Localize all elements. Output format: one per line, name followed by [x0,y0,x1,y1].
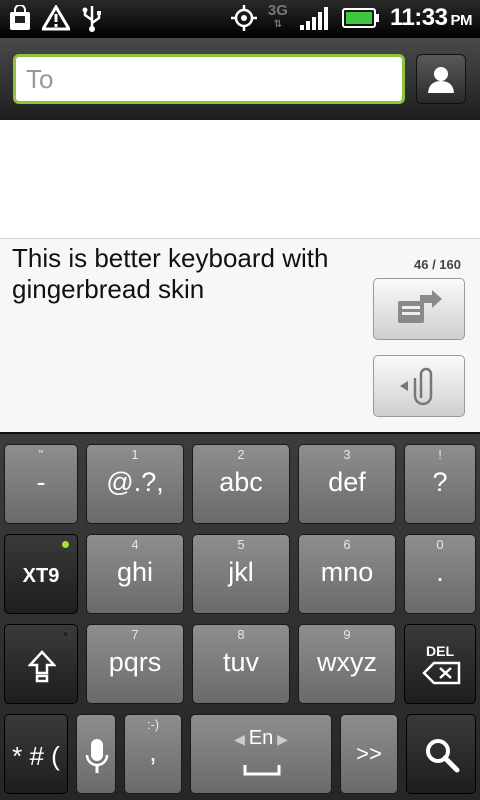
key-symbols[interactable]: * # ( [4,714,68,794]
key-next[interactable]: >> [340,714,398,794]
person-icon [428,67,454,93]
key-smiley[interactable]: :-), [124,714,182,794]
conversation-area [0,120,480,238]
space-icon [243,765,281,776]
key-8[interactable]: 8 tuv [192,624,290,704]
character-counter: 46 / 160 [414,257,461,272]
to-field[interactable] [13,54,405,104]
key-xt9[interactable]: XT9 [4,534,78,614]
key-space[interactable]: ◀ En ▶ [190,714,332,794]
status-bar: 3G ⇅ 11:33 PM [0,0,480,38]
key-3[interactable]: 3 def [298,444,396,524]
gps-icon [230,4,258,32]
clock: 11:33 PM [389,4,473,31]
clock-ampm: PM [450,12,473,29]
delete-label: DEL [426,643,454,659]
shopping-bag-icon [6,4,34,32]
send-button[interactable] [373,278,465,340]
key-6[interactable]: 6 mno [298,534,396,614]
warning-icon [42,4,70,32]
recipient-header [0,38,480,120]
key-dash[interactable]: " - [4,444,78,524]
backspace-icon [422,661,461,685]
key-4[interactable]: 4 ghi [86,534,184,614]
language-label: ◀ En ▶ [234,727,288,749]
key-shift[interactable] [4,624,78,704]
paperclip-icon [400,367,433,406]
message-input[interactable]: This is better keyboard with gingerbread… [12,243,362,305]
key-question[interactable]: !? [404,444,476,524]
shift-indicator [62,631,69,638]
search-icon [426,739,460,773]
attach-button[interactable] [373,355,465,417]
key-2[interactable]: 2 abc [192,444,290,524]
contact-picker-button[interactable] [416,54,466,104]
compose-area: This is better keyboard with gingerbread… [0,238,480,432]
key-5[interactable]: 5 jkl [192,534,290,614]
usb-icon [78,4,106,32]
mic-icon [85,739,109,773]
battery-icon [341,4,380,32]
key-9[interactable]: 9 wxyz [298,624,396,704]
network-type: 3G [267,2,288,19]
keyboard: " - 1 @.?, 2 abc 3 def !? XT9 4 ghi 5 jkl 6 mno… [0,432,480,800]
signal-icon [298,4,332,32]
key-7[interactable]: 7 pqrs [86,624,184,704]
key-0[interactable]: 0. [404,534,476,614]
key-search[interactable] [406,714,476,794]
shift-icon [28,650,56,683]
key-1[interactable]: 1 @.?, [86,444,184,524]
send-icon [398,290,442,323]
xt9-indicator [62,541,69,548]
data-arrows-icon: 3G ⇅ [267,2,288,30]
key-delete[interactable]: DEL [404,624,476,704]
key-mic[interactable] [76,714,116,794]
